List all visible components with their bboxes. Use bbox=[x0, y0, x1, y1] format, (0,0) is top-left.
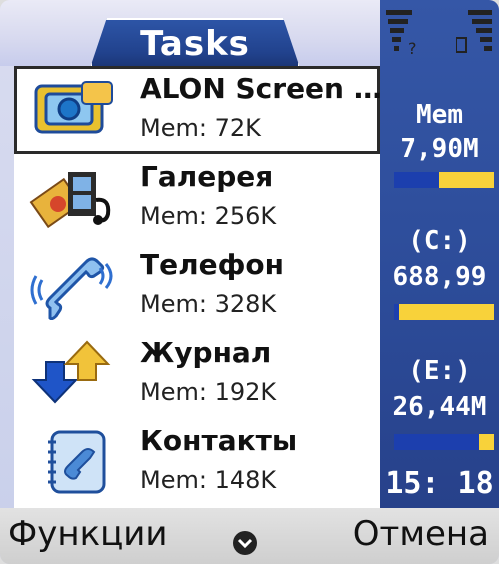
phone-screen: Tasks ALON Screen … Mem: 72K Галерея Mem… bbox=[0, 0, 499, 564]
task-item-contacts[interactable]: Контакты Mem: 148K bbox=[14, 418, 380, 506]
task-name: ALON Screen … bbox=[140, 72, 382, 105]
task-item-log[interactable]: Журнал Mem: 192K bbox=[14, 330, 380, 418]
tasks-tab[interactable]: Tasks bbox=[90, 18, 300, 68]
task-mem: Mem: 192K bbox=[140, 378, 277, 406]
task-name: Телефон bbox=[140, 248, 284, 281]
drive-e-bar bbox=[394, 434, 494, 450]
clock: 15: 18 bbox=[385, 466, 494, 501]
phone-icon bbox=[30, 257, 113, 320]
drive-c-value: 688,99 bbox=[392, 262, 487, 292]
log-arrows-icon bbox=[31, 340, 111, 404]
camera-app-icon bbox=[34, 81, 113, 134]
drive-e-label: (E:) bbox=[408, 356, 471, 386]
options-softkey[interactable]: Функции bbox=[8, 514, 168, 554]
drive-e-bar-fill bbox=[394, 434, 479, 450]
tasks-tab-label: Tasks bbox=[140, 24, 250, 64]
drive-c-label: (C:) bbox=[408, 226, 471, 256]
drive-c-bar-fill bbox=[394, 304, 399, 320]
task-item-phone[interactable]: Телефон Mem: 328K bbox=[14, 242, 380, 330]
task-list: ALON Screen … Mem: 72K Галерея Mem: 256K bbox=[14, 66, 382, 508]
task-name: Журнал bbox=[140, 336, 272, 369]
task-name: Контакты bbox=[140, 424, 298, 457]
gallery-icon bbox=[29, 172, 111, 229]
task-mem: Mem: 148K bbox=[140, 466, 277, 494]
softkey-bar: Функции Отмена bbox=[0, 508, 499, 564]
battery-level-icon bbox=[456, 10, 492, 53]
contacts-icon bbox=[48, 430, 106, 494]
memory-bar bbox=[394, 172, 494, 188]
drive-c-bar bbox=[394, 304, 494, 320]
memory-bar-fill bbox=[394, 172, 439, 188]
cancel-softkey[interactable]: Отмена bbox=[353, 514, 489, 554]
task-mem: Mem: 72K bbox=[140, 114, 261, 142]
task-item-gallery[interactable]: Галерея Mem: 256K bbox=[14, 154, 380, 242]
drive-e-value: 26,44M bbox=[392, 392, 487, 422]
task-name: Галерея bbox=[140, 160, 274, 193]
svg-text:?: ? bbox=[408, 39, 417, 56]
memory-value: 7,90M bbox=[400, 134, 479, 164]
chevron-down-icon[interactable] bbox=[232, 530, 258, 556]
task-mem: Mem: 328K bbox=[140, 290, 277, 318]
task-mem: Mem: 256K bbox=[140, 202, 277, 230]
header: Tasks bbox=[0, 0, 380, 68]
memory-label: Mem bbox=[416, 100, 463, 130]
status-panel: ? Mem 7,90M (C:) 688,99 (E:) 26,44M 15: … bbox=[380, 0, 499, 508]
task-item-alon-screen[interactable]: ALON Screen … Mem: 72K bbox=[14, 66, 382, 154]
signal-strength-icon: ? bbox=[386, 10, 417, 56]
